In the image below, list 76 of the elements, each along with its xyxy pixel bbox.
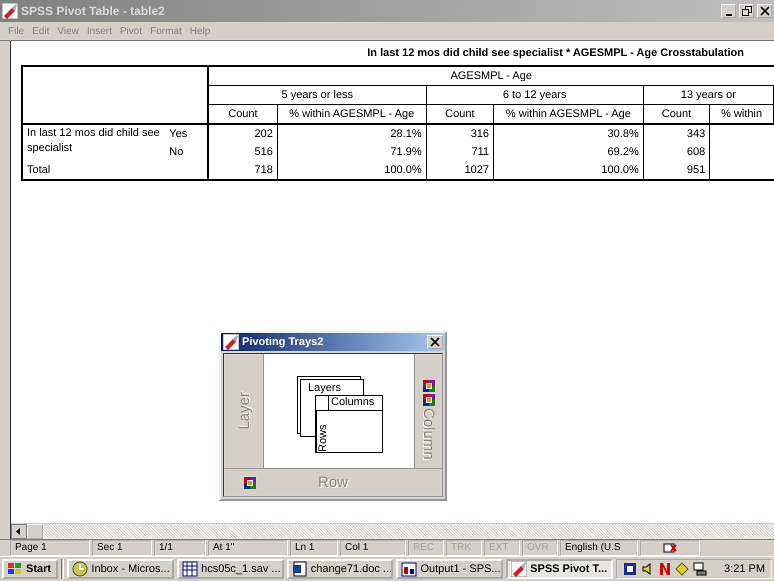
menu-item[interactable]: View [53,26,83,36]
table-cell: 30.8% [494,124,644,143]
close-icon [430,337,440,347]
column-header: Count [208,104,278,124]
start-button[interactable]: Start [2,559,58,579]
table-cell: 202 [208,124,278,143]
minimize-icon [726,14,732,16]
close-button[interactable] [427,335,443,349]
restore-icon [742,6,752,16]
tile-icon [244,477,256,489]
rows-label: Rows [316,411,329,452]
clock-text: 3:21 PM [724,563,766,575]
column-header: 6 to 12 years [426,86,644,104]
status-field: Page 1 [10,540,90,556]
taskbar-button[interactable]: SPSS Pivot T... [506,559,613,579]
table-cell: 71.9% [277,143,426,161]
column-header: 13 years or [643,86,774,104]
close-icon [760,6,770,16]
clock-icon [72,561,88,577]
column-header: % within AGESMPL - Age [277,104,426,124]
brush-icon [511,561,528,577]
row-header: In last 12 mos did child see specialist [22,124,166,161]
table-cell: 608 [643,143,710,161]
tile-icon [422,394,434,406]
row-header: Yes [165,124,208,143]
scrollbar-thumb[interactable] [27,524,43,539]
column-header: Count [643,104,710,124]
row-tray-label: Row [318,474,348,491]
row-header: No [165,143,208,161]
brush-icon [2,3,18,19]
taskbar-button[interactable]: change71.doc ... [286,559,394,579]
menu-item[interactable]: Edit [28,26,54,36]
table-cell: 28.1% [277,124,426,143]
brush-icon [223,334,239,350]
column-tray-label: Column [420,408,437,460]
menu-item[interactable]: Pivot [116,26,146,36]
minimize-button[interactable] [721,4,736,18]
computer-icon [692,562,707,576]
dialog-title: Pivoting Trays2 [242,336,324,348]
tile-icon [422,380,434,392]
flag-icon [622,562,637,576]
taskbar-button[interactable]: hcs05c_1.sav ... [177,559,284,579]
close-button[interactable] [757,4,772,18]
n-letter-icon [658,562,671,576]
taskbar-button[interactable]: Output1 - SPS... [396,559,504,579]
layers-label: Layers [308,382,342,394]
status-field: Sec 1 [92,540,152,556]
menu-item[interactable]: File [4,26,28,36]
menu-item[interactable]: Format [146,26,186,36]
chart-icon [401,561,418,577]
table-cell: 516 [208,143,278,161]
menu-item[interactable]: Help [186,26,214,36]
table-cell: 69.2% [494,143,644,161]
window-title: SPSS Pivot Table - table2 [21,4,166,18]
menu-item[interactable]: Insert [82,26,116,36]
grid-icon [182,561,198,577]
restore-button[interactable] [739,4,754,18]
column-header: Count [426,104,494,124]
status-field: Ln 1 [290,540,338,556]
layer-tray-label: Layer [236,392,251,430]
column-header: % within [710,104,774,124]
table-title: In last 12 mos did child see specialist * AGESMPL - Age Crosstabulation [366,47,745,59]
table-cell: 316 [426,124,494,143]
column-header: 5 years or less [208,86,426,104]
columns-label: Columns [329,396,382,411]
windows-logo-icon [7,562,23,576]
table-cell: 343 [643,124,710,143]
status-field: Col 1 [340,540,406,556]
status-field: English (U.S [560,540,638,556]
status-field: 1/1 [154,540,206,556]
diamond-icon [674,562,689,576]
table-cell: 711 [426,143,494,161]
status-field: At 1" [208,540,288,556]
column-header: % within AGESMPL - Age [494,104,644,124]
document-icon [292,561,308,577]
taskbar-button[interactable]: Inbox - Micros... [67,559,174,579]
